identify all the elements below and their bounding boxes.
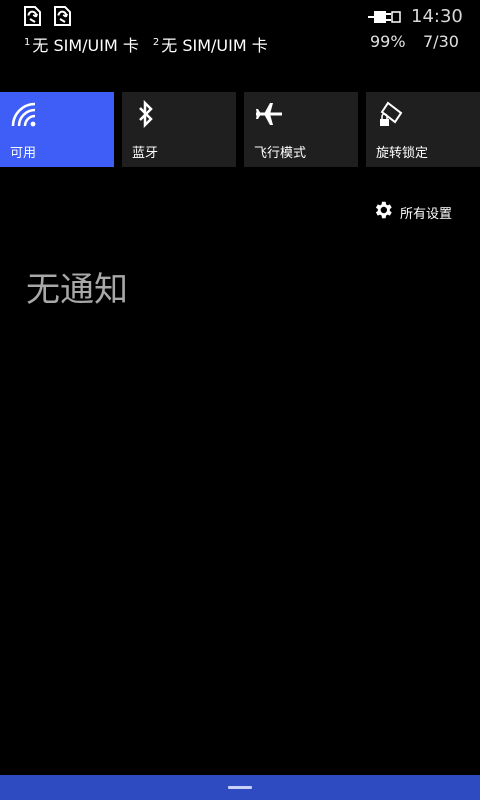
sim-icons <box>22 6 72 26</box>
quick-action-wifi-label: 可用 <box>10 146 37 161</box>
sim-2-no-sim-icon <box>52 6 72 26</box>
sim-status-labels: 1无 SIM/UIM 卡2无 SIM/UIM 卡 <box>24 32 268 56</box>
clock: 14:30 <box>411 6 463 27</box>
rotation-lock-icon <box>376 100 406 132</box>
status-bar: 1无 SIM/UIM 卡2无 SIM/UIM 卡 14:30 99% 7/30 <box>0 0 480 56</box>
empty-notifications-text: 无通知 <box>26 270 128 310</box>
sim-1-no-sim-icon <box>22 6 42 26</box>
quick-action-rotation-lock-label: 旋转锁定 <box>376 146 429 161</box>
sim-2-index: 2 <box>152 36 160 48</box>
gear-icon <box>372 199 394 225</box>
wifi-icon <box>10 100 38 132</box>
all-settings-label: 所有设置 <box>400 206 453 222</box>
sim-2-label: 无 SIM/UIM 卡 <box>161 36 268 55</box>
quick-action-airplane-mode[interactable]: 飞行模式 <box>244 92 358 167</box>
quick-action-wifi[interactable]: 可用 <box>0 92 114 167</box>
date: 7/30 <box>423 32 459 51</box>
battery-percent: 99% <box>370 32 406 51</box>
quick-actions: 可用 蓝牙 飞行模式 旋转锁定 <box>0 92 480 167</box>
quick-action-airplane-label: 飞行模式 <box>254 146 307 161</box>
collapse-handle[interactable] <box>228 786 252 789</box>
bottom-bar[interactable] <box>0 775 480 800</box>
quick-action-rotation-lock[interactable]: 旋转锁定 <box>366 92 480 167</box>
battery-charging-icon <box>368 8 402 30</box>
bluetooth-icon <box>132 99 160 132</box>
quick-action-bluetooth-label: 蓝牙 <box>132 146 159 161</box>
all-settings-link[interactable]: 所有设置 <box>372 199 452 225</box>
airplane-icon <box>254 100 284 132</box>
quick-action-bluetooth[interactable]: 蓝牙 <box>122 92 236 167</box>
sim-1-index: 1 <box>24 36 31 48</box>
sim-1-label: 无 SIM/UIM 卡 <box>32 36 139 55</box>
